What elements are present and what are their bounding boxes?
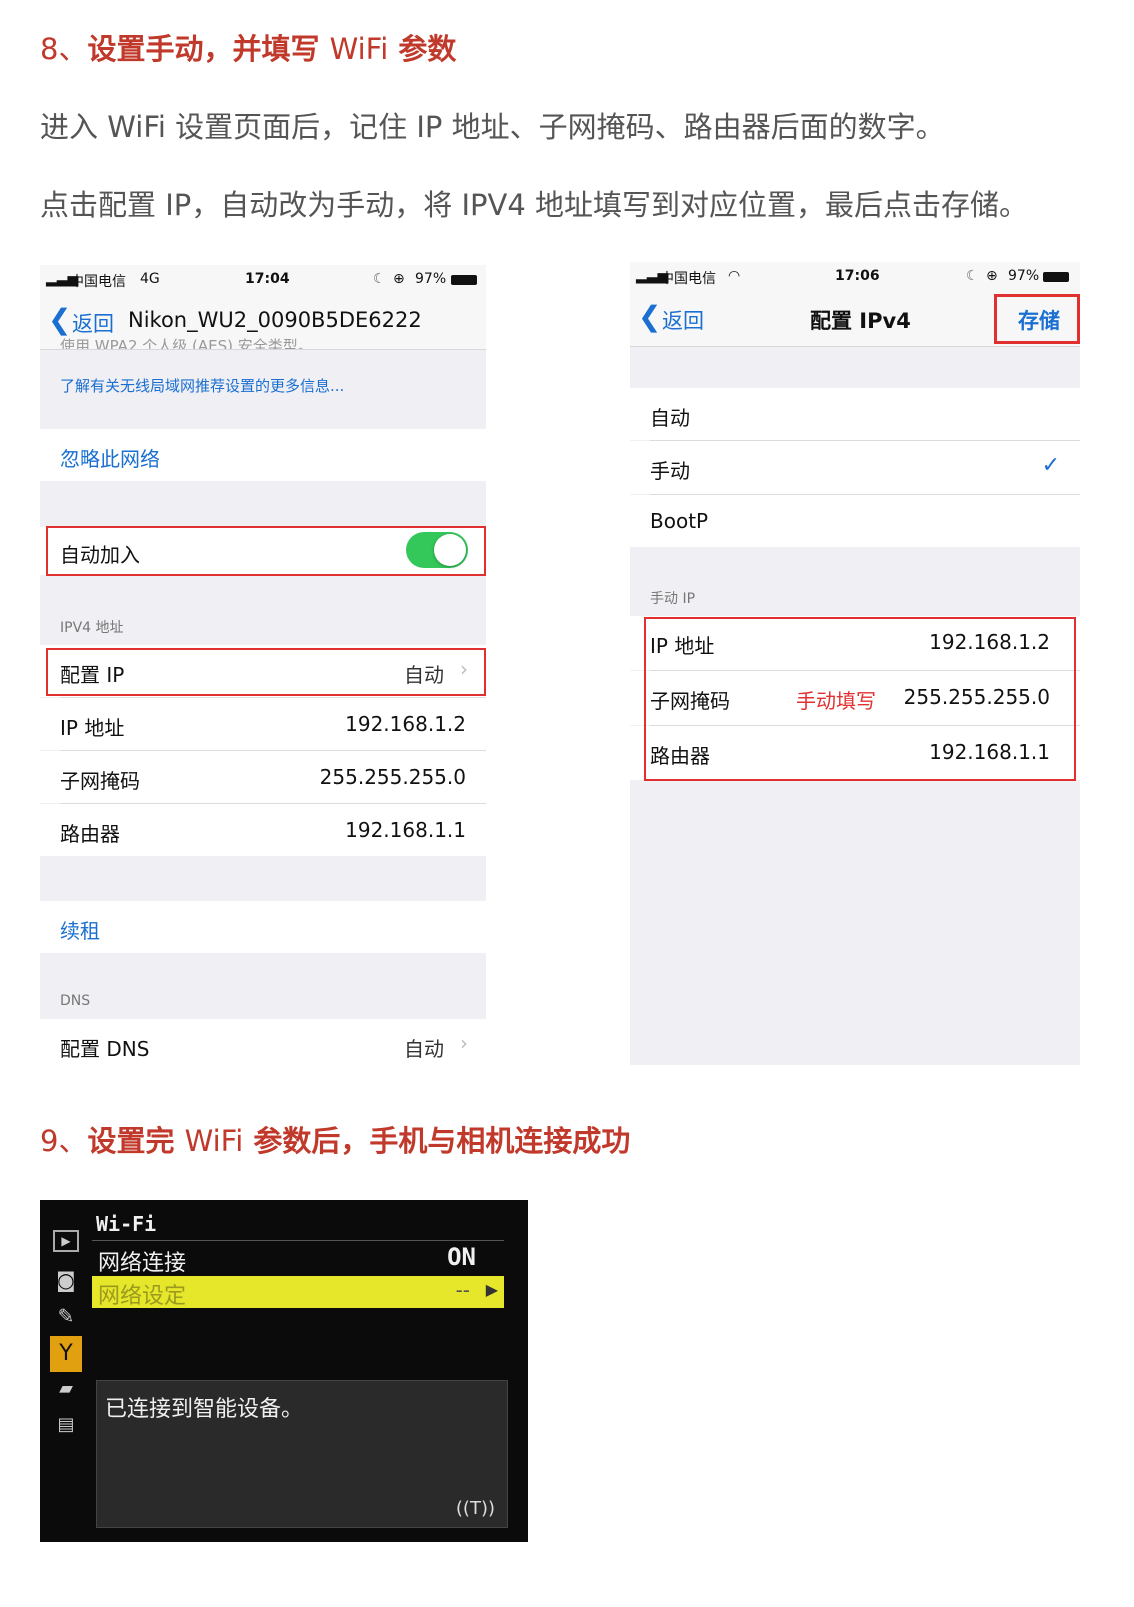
section-9-heading: 9、设置完 WiFi 参数后，手机与相机连接成功 <box>40 1124 631 1158</box>
wrench-icon: Y <box>50 1336 82 1372</box>
lock-rotation-icon: ⊕ <box>986 268 998 284</box>
router-label: 路由器 <box>60 822 120 846</box>
option-bootp-row[interactable]: BootP <box>630 495 1080 547</box>
arrow-right-icon: ▶ <box>485 1280 498 1299</box>
instruction-paragraph-1: 进入 WiFi 设置页面后，记住 IP 地址、子网掩码、路由器后面的数字。 <box>40 110 945 144</box>
highlight-save-button <box>994 294 1080 344</box>
back-chevron-icon[interactable]: ❮ <box>48 303 71 336</box>
moon-icon: ☾ <box>966 268 979 284</box>
option-auto-row[interactable]: 自动 <box>630 388 1080 440</box>
camera-message-text: 已连接到智能设备。 <box>105 1397 304 1422</box>
nav-title: 配置 IPv4 <box>810 309 911 333</box>
network-settings-value: -- <box>455 1278 470 1302</box>
network-type: 4G <box>140 271 160 287</box>
wireless-antenna-icon: ((T)) <box>455 1498 495 1519</box>
scrolled-text-cut: 使用 WPA2 个人级 (AES) 安全类型。 <box>60 337 313 349</box>
router-value: 192.168.1.1 <box>345 818 466 842</box>
status-bar: ▂▃▅ 中国电信 ◠ 17:06 ☾ ⊕ 97% <box>630 262 1080 290</box>
ipv4-section-header: IPV4 地址 <box>60 620 124 636</box>
manual-ip-section-header: 手动 IP <box>650 591 696 607</box>
highlight-manual-ip-fields <box>644 617 1076 781</box>
chevron-right-icon: › <box>460 1031 468 1055</box>
option-manual-label: 手动 <box>650 459 690 483</box>
camera-menu-title: Wi-Fi <box>96 1212 157 1236</box>
network-settings-label: 网络设定 <box>98 1284 187 1309</box>
moon-icon: ☾ <box>373 271 386 287</box>
ip-address-row: IP 地址 192.168.1.2 <box>40 698 486 750</box>
section-8-heading: 8、设置手动，并填写 WiFi 参数 <box>40 32 457 66</box>
status-bar: ▂▃▅ 中国电信 4G 17:04 ☾ ⊕ 97% <box>40 265 486 293</box>
camera-menu-icon-column: ▶ ◙ ✎ Y ▰ ▤ <box>50 1226 84 1446</box>
camera-icon: ◙ <box>56 1268 76 1292</box>
wifi-icon: ◠ <box>728 268 741 284</box>
config-dns-value: 自动 <box>404 1037 444 1061</box>
network-connection-label: 网络连接 <box>98 1251 187 1276</box>
forget-network-label: 忽略此网络 <box>60 447 160 471</box>
back-button[interactable]: 返回 <box>72 308 114 338</box>
status-time: 17:06 <box>835 268 880 284</box>
battery-percent: 97% <box>1008 268 1040 284</box>
battery-icon <box>1043 272 1069 282</box>
option-manual-row[interactable]: 手动 ✓ <box>630 441 1080 494</box>
info-link[interactable]: 了解有关无线局域网推荐设置的更多信息... <box>60 375 344 396</box>
camera-message-panel: 已连接到智能设备。 ((T)) <box>96 1380 508 1528</box>
battery-icon <box>451 275 477 285</box>
highlight-config-ip <box>46 648 486 696</box>
network-connection-value: ON <box>447 1243 476 1271</box>
forget-network-row[interactable]: 忽略此网络 <box>40 429 486 481</box>
subnet-label: 子网掩码 <box>60 769 140 793</box>
renew-lease-row[interactable]: 续租 <box>40 901 486 953</box>
ip-label: IP 地址 <box>60 716 125 740</box>
carrier-label: 中国电信 <box>660 271 716 287</box>
camera-row-network-settings[interactable]: 网络设定 -- ▶ <box>92 1276 504 1309</box>
config-dns-label: 配置 DNS <box>60 1037 150 1061</box>
option-auto-label: 自动 <box>650 406 690 430</box>
status-time: 17:04 <box>245 271 290 287</box>
ip-value: 192.168.1.2 <box>345 712 466 736</box>
my-menu-icon: ▤ <box>57 1414 75 1435</box>
router-row: 路由器 192.168.1.1 <box>40 804 486 856</box>
retouch-icon: ▰ <box>59 1378 73 1399</box>
subnet-row: 子网掩码 255.255.255.0 <box>40 751 486 803</box>
battery-percent: 97% <box>415 271 447 287</box>
playback-icon: ▶ <box>53 1230 79 1252</box>
camera-screen-photo: ▶ ◙ ✎ Y ▰ ▤ Wi-Fi 网络连接 ON 网络设定 -- ▶ 已连接到… <box>40 1200 528 1542</box>
nav-title: Nikon_WU2_0090B5DE6222 <box>128 308 422 332</box>
pencil-icon: ✎ <box>57 1304 75 1328</box>
info-row: 了解有关无线局域网推荐设置的更多信息... <box>40 365 486 429</box>
back-chevron-icon[interactable]: ❮ <box>638 300 661 333</box>
renew-lease-label: 续租 <box>60 919 100 943</box>
lock-rotation-icon: ⊕ <box>393 271 405 287</box>
back-button[interactable]: 返回 <box>662 305 704 335</box>
dns-section-header: DNS <box>60 993 91 1009</box>
carrier-label: 中国电信 <box>70 274 126 290</box>
camera-row-network-connection[interactable]: 网络连接 ON <box>92 1240 504 1277</box>
highlight-auto-join <box>46 526 486 576</box>
instruction-paragraph-2: 点击配置 IP，自动改为手动，将 IPV4 地址填写到对应位置，最后点击存储。 <box>40 188 1029 222</box>
checkmark-icon: ✓ <box>1041 453 1060 478</box>
option-bootp-label: BootP <box>650 509 709 533</box>
subnet-value: 255.255.255.0 <box>319 765 466 789</box>
config-dns-row[interactable]: 配置 DNS 自动 › <box>40 1019 486 1065</box>
